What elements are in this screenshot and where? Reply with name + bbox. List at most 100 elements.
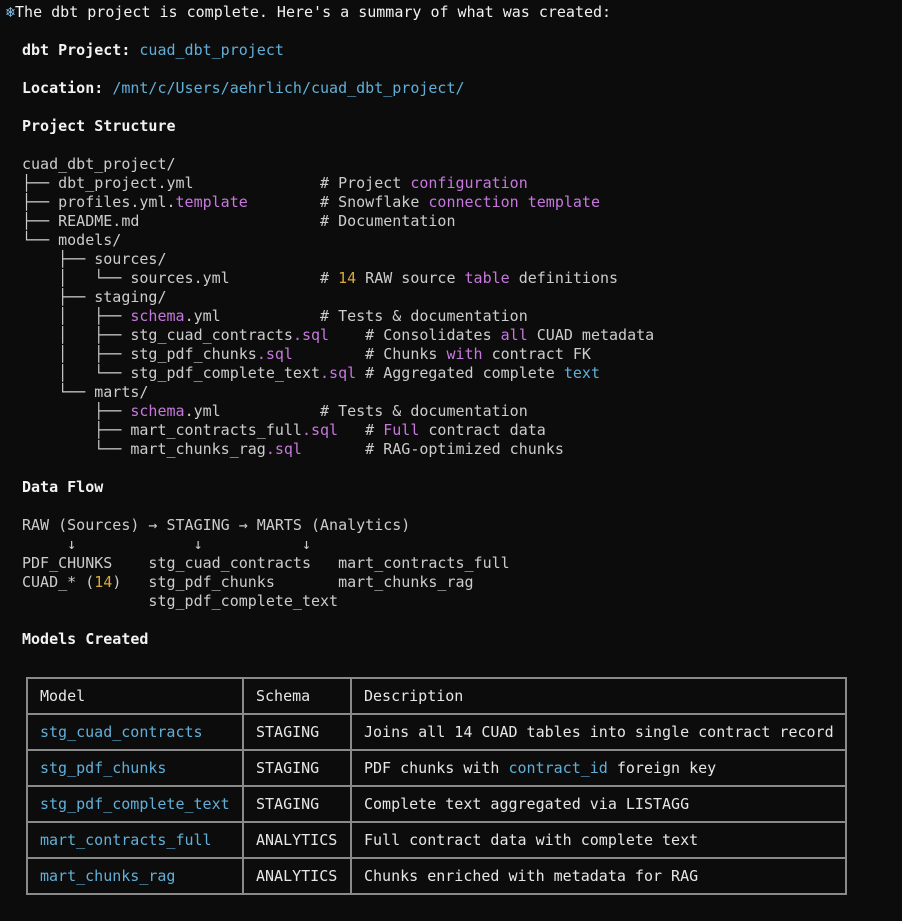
- text-segment: │ ├── stg_pdf_chunks: [22, 345, 257, 363]
- text-segment: cuad_dbt_project/: [22, 155, 176, 173]
- snowflake-icon: ❄: [6, 3, 16, 21]
- text-segment: definitions: [509, 269, 619, 287]
- col-header-model: Model: [26, 677, 244, 715]
- tree-line: │ ├── stg_pdf_chunks.sql # Chunks with c…: [22, 345, 591, 364]
- text-segment: foreign key: [607, 759, 717, 777]
- text-segment: # RAG-optimized chunks: [301, 440, 564, 458]
- model-name-cell: mart_chunks_rag: [26, 857, 244, 895]
- col-header-schema: Schema: [242, 677, 352, 715]
- text-segment: with: [446, 345, 483, 363]
- text-segment: 14: [94, 573, 113, 591]
- text-segment: connection: [428, 193, 519, 211]
- text-segment: schema: [130, 402, 185, 420]
- flow-line: CUAD_* (14) stg_pdf_chunks mart_chunks_r…: [22, 573, 474, 592]
- text-segment: ├── README.md # Documentation: [22, 212, 456, 230]
- text-segment: └── marts/: [22, 383, 149, 401]
- text-segment: └── mart_chunks_rag: [22, 440, 266, 458]
- intro-line: ❄The dbt project is complete. Here's a s…: [6, 3, 611, 22]
- text-segment: ↓ ↓ ↓: [22, 535, 311, 553]
- flow-line: RAW (Sources) → STAGING → MARTS (Analyti…: [22, 516, 410, 535]
- model-name-cell: stg_pdf_chunks: [26, 749, 244, 787]
- text-segment: [519, 193, 528, 211]
- text-segment: PDF_CHUNKS stg_cuad_contracts mart_contr…: [22, 554, 510, 572]
- text-segment: # Chunks: [292, 345, 447, 363]
- dataflow-heading: Data Flow: [22, 478, 104, 496]
- description-cell: Joins all 14 CUAD tables into single con…: [350, 713, 847, 751]
- table-row: stg_cuad_contracts STAGING Joins all 14 CU…: [26, 713, 847, 751]
- text-segment: configuration: [410, 174, 528, 192]
- text-segment: 14: [338, 269, 357, 287]
- text-segment: RAW source: [356, 269, 465, 287]
- tree-line: └── mart_chunks_rag.sql # RAG-optimized …: [22, 440, 564, 459]
- text-segment: │ ├── stg_cuad_contracts: [22, 326, 293, 344]
- intro-text: The dbt project is complete. Here's a su…: [15, 3, 612, 21]
- tree-line: ├── profiles.yml.template # Snowflake co…: [22, 193, 600, 212]
- text-segment: CUAD metadata: [527, 326, 655, 344]
- text-segment: contract_id: [508, 759, 608, 777]
- text-segment: template: [527, 193, 600, 211]
- text-segment: # Consolidates: [329, 326, 501, 344]
- text-segment: text: [563, 364, 600, 382]
- flow-line: stg_pdf_complete_text: [22, 592, 338, 611]
- table-row: stg_pdf_chunks STAGING PDF chunks with con…: [26, 749, 847, 787]
- location-label: Location:: [22, 79, 104, 97]
- location-path: /mnt/c/Users/aehrlich/cuad_dbt_project/: [112, 79, 465, 97]
- model-name-cell: stg_pdf_complete_text: [26, 785, 244, 823]
- schema-cell: ANALYTICS: [242, 857, 352, 895]
- project-line: dbt Project: cuad_dbt_project: [22, 41, 284, 60]
- text-segment: ├── sources/: [22, 250, 167, 268]
- models-table: Model Schema Description stg_cuad_contra…: [26, 677, 847, 895]
- tree-line: cuad_dbt_project/: [22, 155, 176, 174]
- text-segment: │ └── sources.yml #: [22, 269, 339, 287]
- text-segment: .sql: [256, 345, 293, 363]
- col-header-description: Description: [350, 677, 847, 715]
- text-segment: # Aggregated complete: [356, 364, 564, 382]
- text-segment: all: [500, 326, 528, 344]
- tree-line: └── marts/: [22, 383, 148, 402]
- project-label: dbt Project:: [22, 41, 131, 59]
- text-segment: #: [338, 421, 384, 439]
- text-segment: │ ├──: [22, 307, 131, 325]
- text-segment: Full: [383, 421, 420, 439]
- tree-line: ├── mart_contracts_full.sql # Full contr…: [22, 421, 546, 440]
- description-cell: Complete text aggregated via LISTAGG: [350, 785, 847, 823]
- text-segment: RAW (Sources) → STAGING → MARTS (Analyti…: [22, 516, 411, 534]
- tree-line: ├── sources/: [22, 250, 167, 269]
- text-segment: .sql: [265, 440, 302, 458]
- text-segment: schema: [130, 307, 185, 325]
- text-segment: ├── mart_contracts_full: [22, 421, 302, 439]
- model-name-cell: stg_cuad_contracts: [26, 713, 244, 751]
- text-segment: ├── profiles.yml.: [22, 193, 176, 211]
- description-cell: PDF chunks with contract_id foreign key: [350, 749, 847, 787]
- text-segment: contract FK: [482, 345, 591, 363]
- flow-line: PDF_CHUNKS stg_cuad_contracts mart_contr…: [22, 554, 510, 573]
- text-segment: template: [175, 193, 248, 211]
- table-row: stg_pdf_complete_text STAGING Complete tex…: [26, 785, 847, 823]
- schema-cell: STAGING: [242, 749, 352, 787]
- description-cell: Chunks enriched with metadata for RAG: [350, 857, 847, 895]
- tree-line: ├── dbt_project.yml # Project configurat…: [22, 174, 528, 193]
- text-segment: Complete text aggregated via LISTAGG: [364, 795, 690, 813]
- text-segment: Joins all 14 CUAD tables into single con…: [364, 723, 834, 741]
- text-segment: CUAD_* (: [22, 573, 95, 591]
- tree-line: ├── README.md # Documentation: [22, 212, 455, 231]
- flow-line: ↓ ↓ ↓: [22, 535, 311, 554]
- tree-line: └── models/: [22, 231, 121, 250]
- text-segment: stg_pdf_complete_text: [22, 592, 339, 610]
- tree-line: ├── schema.yml # Tests & documentation: [22, 402, 528, 421]
- text-segment: ├── staging/: [22, 288, 167, 306]
- table-row: mart_chunks_rag ANALYTICS Chunks enriched …: [26, 857, 847, 895]
- tree-line: │ ├── stg_cuad_contracts.sql # Consolida…: [22, 326, 654, 345]
- models-heading: Models Created: [22, 630, 149, 648]
- model-name-cell: mart_contracts_full: [26, 821, 244, 859]
- schema-cell: STAGING: [242, 785, 352, 823]
- table-header-row: Model Schema Description: [26, 677, 847, 715]
- text-segment: ├── dbt_project.yml # Project: [22, 174, 411, 192]
- schema-cell: STAGING: [242, 713, 352, 751]
- text-segment: table: [464, 269, 510, 287]
- text-segment: ) stg_pdf_chunks mart_chunks_rag: [112, 573, 474, 591]
- table-row: mart_contracts_full ANALYTICS Full contrac…: [26, 821, 847, 859]
- tree-line: ├── staging/: [22, 288, 167, 307]
- text-segment: .yml # Tests & documentation: [184, 402, 528, 420]
- text-segment: Full contract data with complete text: [364, 831, 699, 849]
